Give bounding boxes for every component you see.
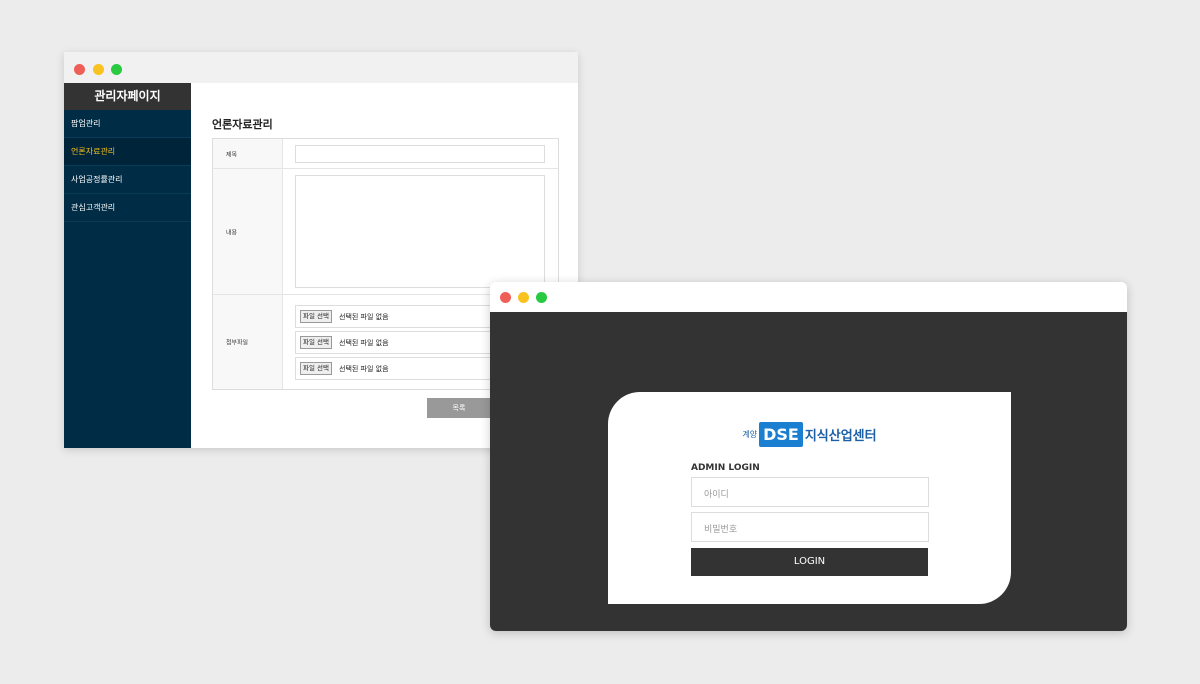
id-input[interactable]: 아이디 <box>691 477 929 507</box>
content-label: 내용 <box>226 229 238 236</box>
logo-name: 지식산업센터 <box>804 429 877 444</box>
login-backdrop: 계양 DSE 지식산업센터 ADMIN LOGIN 아이디 비밀번호 LOGIN <box>490 312 1127 631</box>
content-textarea[interactable] <box>295 175 545 288</box>
close-dot-icon[interactable] <box>74 64 85 75</box>
admin-titlebar <box>64 52 578 83</box>
sidebar: 관리자페이지 팝업관리 언론자료관리 사업공정률관리 관심고객관리 <box>64 83 191 448</box>
minimize-dot-icon[interactable] <box>93 64 104 75</box>
login-window: 계양 DSE 지식산업센터 ADMIN LOGIN 아이디 비밀번호 LOGIN <box>490 282 1127 631</box>
title-label: 제목 <box>226 151 238 158</box>
attach-label: 첨부파일 <box>226 339 249 347</box>
logo-prefix: 계양 <box>742 430 758 439</box>
sidebar-item-press[interactable]: 언론자료관리 <box>64 138 191 166</box>
login-button[interactable]: LOGIN <box>691 548 928 576</box>
sidebar-title: 관리자페이지 <box>64 83 191 110</box>
sidebar-item-popup[interactable]: 팝업관리 <box>64 110 191 138</box>
file-select-button[interactable]: 파일 선택 <box>300 336 332 349</box>
minimize-dot-icon[interactable] <box>518 292 529 303</box>
file-status: 선택된 파일 없음 <box>339 365 389 373</box>
file-status: 선택된 파일 없음 <box>339 339 389 347</box>
brand-logo: 계양 DSE 지식산업센터 <box>608 422 1011 450</box>
file-select-button[interactable]: 파일 선택 <box>300 362 332 375</box>
file-status: 선택된 파일 없음 <box>339 313 389 321</box>
id-placeholder: 아이디 <box>704 490 729 500</box>
password-input[interactable]: 비밀번호 <box>691 512 929 542</box>
title-input[interactable] <box>295 145 545 163</box>
form-row-content: 내용 <box>213 169 558 295</box>
list-button[interactable]: 목록 <box>427 398 491 418</box>
login-heading: ADMIN LOGIN <box>691 463 760 473</box>
maximize-dot-icon[interactable] <box>111 64 122 75</box>
login-card: 계양 DSE 지식산업센터 ADMIN LOGIN 아이디 비밀번호 LOGIN <box>608 392 1011 604</box>
close-dot-icon[interactable] <box>500 292 511 303</box>
sidebar-item-customers[interactable]: 관심고객관리 <box>64 194 191 222</box>
sidebar-item-progress[interactable]: 사업공정률관리 <box>64 166 191 194</box>
file-select-button[interactable]: 파일 선택 <box>300 310 332 323</box>
login-titlebar <box>490 282 1127 312</box>
form-row-title: 제목 <box>213 139 558 169</box>
page-title: 언론자료관리 <box>212 118 273 131</box>
maximize-dot-icon[interactable] <box>536 292 547 303</box>
password-placeholder: 비밀번호 <box>704 525 738 535</box>
logo-mark: DSE <box>759 422 803 447</box>
